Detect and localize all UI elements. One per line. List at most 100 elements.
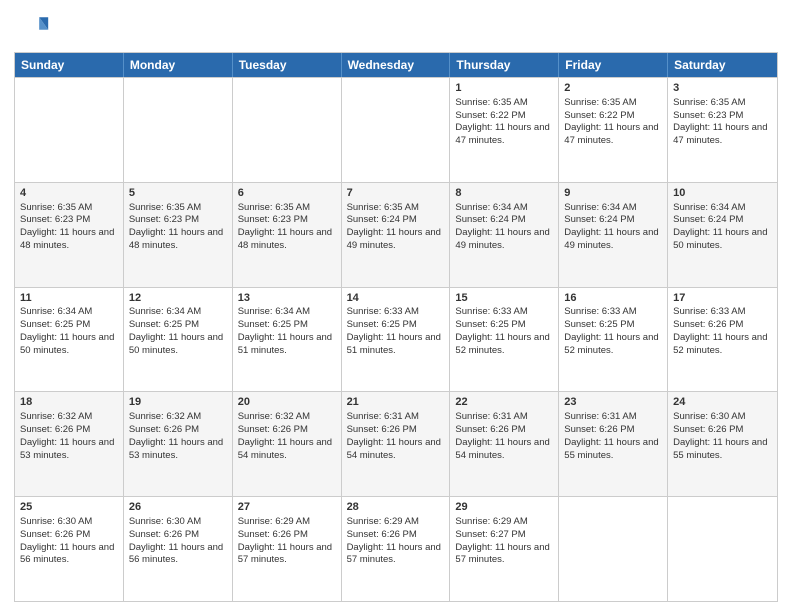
- calendar-cell: [233, 78, 342, 182]
- day-info: Sunset: 6:26 PM: [129, 424, 227, 437]
- day-info: Sunset: 6:26 PM: [238, 529, 336, 542]
- calendar-cell: [559, 497, 668, 601]
- calendar-cell: [342, 78, 451, 182]
- calendar-cell: 3Sunrise: 6:35 AMSunset: 6:23 PMDaylight…: [668, 78, 777, 182]
- header-day-wednesday: Wednesday: [342, 53, 451, 77]
- day-info: Sunrise: 6:35 AM: [129, 202, 227, 215]
- day-info: Sunrise: 6:30 AM: [673, 411, 772, 424]
- day-info: Sunrise: 6:31 AM: [564, 411, 662, 424]
- day-info: Sunrise: 6:35 AM: [564, 97, 662, 110]
- day-number: 21: [347, 395, 445, 410]
- day-info: Sunset: 6:23 PM: [238, 214, 336, 227]
- day-number: 22: [455, 395, 553, 410]
- day-number: 10: [673, 186, 772, 201]
- day-info: Daylight: 11 hours and 47 minutes.: [673, 122, 772, 148]
- day-info: Sunset: 6:24 PM: [673, 214, 772, 227]
- calendar-cell: 7Sunrise: 6:35 AMSunset: 6:24 PMDaylight…: [342, 183, 451, 287]
- day-info: Sunset: 6:25 PM: [238, 319, 336, 332]
- day-info: Daylight: 11 hours and 57 minutes.: [455, 542, 553, 568]
- day-number: 16: [564, 291, 662, 306]
- day-info: Sunset: 6:24 PM: [564, 214, 662, 227]
- day-info: Daylight: 11 hours and 57 minutes.: [347, 542, 445, 568]
- day-info: Sunrise: 6:35 AM: [455, 97, 553, 110]
- day-info: Daylight: 11 hours and 57 minutes.: [238, 542, 336, 568]
- day-info: Sunset: 6:26 PM: [564, 424, 662, 437]
- day-info: Sunrise: 6:33 AM: [347, 306, 445, 319]
- calendar-cell: 24Sunrise: 6:30 AMSunset: 6:26 PMDayligh…: [668, 392, 777, 496]
- day-number: 12: [129, 291, 227, 306]
- day-info: Daylight: 11 hours and 50 minutes.: [129, 332, 227, 358]
- day-info: Sunset: 6:27 PM: [455, 529, 553, 542]
- day-info: Daylight: 11 hours and 52 minutes.: [455, 332, 553, 358]
- day-info: Sunset: 6:25 PM: [455, 319, 553, 332]
- day-info: Sunset: 6:25 PM: [564, 319, 662, 332]
- day-number: 14: [347, 291, 445, 306]
- day-info: Daylight: 11 hours and 47 minutes.: [564, 122, 662, 148]
- day-number: 28: [347, 500, 445, 515]
- day-info: Sunset: 6:26 PM: [238, 424, 336, 437]
- calendar-week-3: 11Sunrise: 6:34 AMSunset: 6:25 PMDayligh…: [15, 287, 777, 392]
- calendar-cell: 5Sunrise: 6:35 AMSunset: 6:23 PMDaylight…: [124, 183, 233, 287]
- day-number: 18: [20, 395, 118, 410]
- calendar-cell: 8Sunrise: 6:34 AMSunset: 6:24 PMDaylight…: [450, 183, 559, 287]
- calendar-body: 1Sunrise: 6:35 AMSunset: 6:22 PMDaylight…: [15, 77, 777, 601]
- day-info: Daylight: 11 hours and 55 minutes.: [673, 437, 772, 463]
- day-info: Daylight: 11 hours and 56 minutes.: [20, 542, 118, 568]
- calendar-cell: 23Sunrise: 6:31 AMSunset: 6:26 PMDayligh…: [559, 392, 668, 496]
- day-info: Sunrise: 6:35 AM: [238, 202, 336, 215]
- calendar-cell: 22Sunrise: 6:31 AMSunset: 6:26 PMDayligh…: [450, 392, 559, 496]
- calendar-cell: 18Sunrise: 6:32 AMSunset: 6:26 PMDayligh…: [15, 392, 124, 496]
- day-info: Daylight: 11 hours and 50 minutes.: [20, 332, 118, 358]
- day-number: 7: [347, 186, 445, 201]
- day-info: Sunrise: 6:31 AM: [347, 411, 445, 424]
- day-number: 11: [20, 291, 118, 306]
- calendar-cell: 11Sunrise: 6:34 AMSunset: 6:25 PMDayligh…: [15, 288, 124, 392]
- day-info: Daylight: 11 hours and 48 minutes.: [20, 227, 118, 253]
- page-header: [14, 10, 778, 46]
- day-info: Sunset: 6:25 PM: [129, 319, 227, 332]
- day-info: Sunrise: 6:32 AM: [129, 411, 227, 424]
- day-info: Daylight: 11 hours and 55 minutes.: [564, 437, 662, 463]
- header-day-sunday: Sunday: [15, 53, 124, 77]
- calendar-cell: [668, 497, 777, 601]
- day-info: Sunset: 6:23 PM: [673, 110, 772, 123]
- day-info: Daylight: 11 hours and 47 minutes.: [455, 122, 553, 148]
- header-day-thursday: Thursday: [450, 53, 559, 77]
- day-number: 5: [129, 186, 227, 201]
- day-info: Daylight: 11 hours and 54 minutes.: [238, 437, 336, 463]
- day-number: 15: [455, 291, 553, 306]
- calendar-cell: 17Sunrise: 6:33 AMSunset: 6:26 PMDayligh…: [668, 288, 777, 392]
- day-info: Sunrise: 6:35 AM: [673, 97, 772, 110]
- day-info: Daylight: 11 hours and 49 minutes.: [455, 227, 553, 253]
- day-number: 25: [20, 500, 118, 515]
- calendar-cell: 1Sunrise: 6:35 AMSunset: 6:22 PMDaylight…: [450, 78, 559, 182]
- day-info: Sunset: 6:24 PM: [347, 214, 445, 227]
- day-info: Sunrise: 6:34 AM: [20, 306, 118, 319]
- day-number: 24: [673, 395, 772, 410]
- calendar-cell: 4Sunrise: 6:35 AMSunset: 6:23 PMDaylight…: [15, 183, 124, 287]
- day-number: 8: [455, 186, 553, 201]
- header-day-tuesday: Tuesday: [233, 53, 342, 77]
- day-number: 27: [238, 500, 336, 515]
- logo-icon: [14, 10, 50, 46]
- calendar-cell: 25Sunrise: 6:30 AMSunset: 6:26 PMDayligh…: [15, 497, 124, 601]
- calendar-week-2: 4Sunrise: 6:35 AMSunset: 6:23 PMDaylight…: [15, 182, 777, 287]
- day-info: Daylight: 11 hours and 53 minutes.: [20, 437, 118, 463]
- day-info: Daylight: 11 hours and 53 minutes.: [129, 437, 227, 463]
- day-number: 20: [238, 395, 336, 410]
- day-info: Daylight: 11 hours and 50 minutes.: [673, 227, 772, 253]
- day-info: Sunset: 6:23 PM: [129, 214, 227, 227]
- calendar-cell: 2Sunrise: 6:35 AMSunset: 6:22 PMDaylight…: [559, 78, 668, 182]
- day-info: Sunrise: 6:30 AM: [129, 516, 227, 529]
- calendar-cell: 21Sunrise: 6:31 AMSunset: 6:26 PMDayligh…: [342, 392, 451, 496]
- calendar-cell: [15, 78, 124, 182]
- calendar-header: SundayMondayTuesdayWednesdayThursdayFrid…: [15, 53, 777, 77]
- calendar-week-5: 25Sunrise: 6:30 AMSunset: 6:26 PMDayligh…: [15, 496, 777, 601]
- day-info: Daylight: 11 hours and 49 minutes.: [564, 227, 662, 253]
- day-info: Sunset: 6:26 PM: [20, 424, 118, 437]
- day-info: Sunrise: 6:29 AM: [238, 516, 336, 529]
- day-info: Sunrise: 6:33 AM: [673, 306, 772, 319]
- calendar-cell: 16Sunrise: 6:33 AMSunset: 6:25 PMDayligh…: [559, 288, 668, 392]
- header-day-friday: Friday: [559, 53, 668, 77]
- day-info: Sunset: 6:26 PM: [347, 424, 445, 437]
